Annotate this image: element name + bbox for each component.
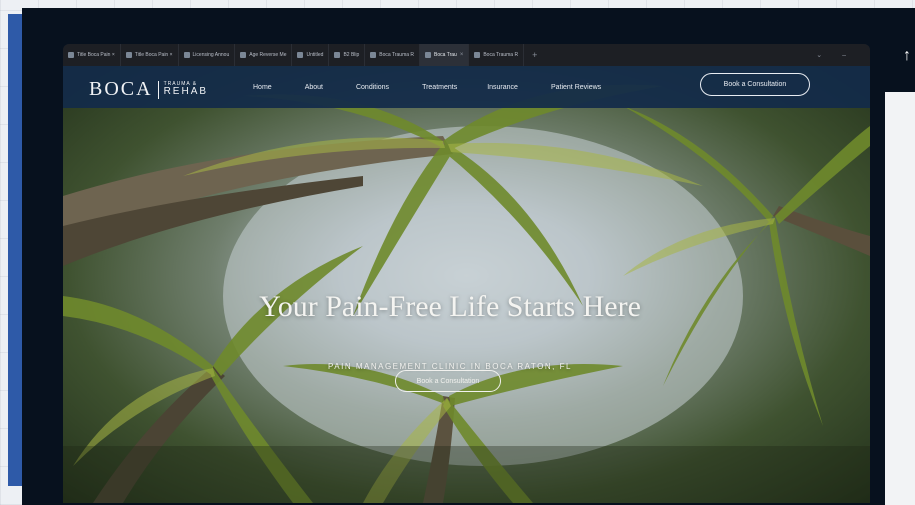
tab-label: Title Boca Pain × (134, 52, 173, 58)
nav-insurance[interactable]: Insurance (487, 84, 518, 91)
favicon-icon (334, 52, 341, 58)
nav-about[interactable]: About (305, 84, 323, 91)
right-side-panel (885, 92, 915, 505)
browser-tab[interactable]: Untitled (292, 44, 330, 66)
browser-tab[interactable]: Licensing Annou (179, 44, 236, 66)
favicon-icon (425, 52, 432, 58)
book-consultation-nav-button[interactable]: Book a Consultation (700, 73, 810, 96)
tab-label: Age Reverse Me (249, 52, 287, 58)
browser-tab[interactable]: Boca Trauma R (469, 44, 525, 66)
hero-section: BOCA TRAUMA & REHAB Home About Condition… (63, 66, 870, 503)
nav-conditions[interactable]: Conditions (356, 84, 389, 91)
browser-window: Title Boca Pain × Title Boca Pain × Lice… (63, 44, 870, 503)
hero-title: Your Pain-Free Life Starts Here (259, 290, 641, 323)
tab-label: B2 Blip (343, 52, 360, 58)
favicon-icon (68, 52, 74, 58)
tab-bar: Title Boca Pain × Title Boca Pain × Lice… (63, 44, 870, 66)
site-navbar: BOCA TRAUMA & REHAB Home About Condition… (63, 66, 870, 108)
nav-home[interactable]: Home (253, 84, 272, 91)
browser-tab[interactable]: B2 Blip (329, 44, 366, 66)
tab-label: Boca Trau (434, 52, 457, 58)
browser-tab[interactable]: Title Boca Pain × (121, 44, 179, 66)
favicon-icon (183, 52, 190, 58)
logo-wordmark: BOCA (89, 78, 153, 100)
book-consultation-hero-button[interactable]: Book a Consultation (395, 370, 501, 392)
nav-treatments[interactable]: Treatments (422, 84, 457, 91)
favicon-icon (125, 52, 132, 58)
browser-tab[interactable]: Boca Trauma R (365, 44, 421, 66)
logo-subtitle: TRAUMA & REHAB (164, 82, 208, 97)
tab-label: Untitled (306, 52, 324, 58)
tab-label: Boca Trauma R (483, 52, 519, 58)
palm-trees-image (63, 84, 870, 503)
browser-tab[interactable]: Age Reverse Me (235, 44, 293, 66)
favicon-icon (370, 52, 377, 58)
tab-dropdown-icon[interactable]: ⌄ (796, 51, 842, 59)
favicon-icon (474, 52, 481, 58)
close-tab-icon[interactable]: × (460, 52, 464, 58)
tab-label: Licensing Annou (192, 52, 230, 58)
nav-patient-reviews[interactable]: Patient Reviews (551, 84, 601, 91)
favicon-icon (297, 52, 304, 58)
favicon-icon (240, 52, 247, 58)
new-tab-button[interactable]: + (524, 50, 545, 60)
scroll-up-icon: ↑ (903, 47, 911, 64)
browser-tab-active[interactable]: Boca Trau × (420, 44, 470, 66)
tab-label: Title Boca Pain × (77, 52, 115, 58)
nav-links: Home About Conditions Treatments Insuran… (253, 66, 634, 108)
site-logo[interactable]: BOCA TRAUMA & REHAB (89, 78, 208, 101)
tab-label: Boca Trauma R (379, 52, 415, 58)
logo-divider (157, 80, 159, 99)
logo-subtitle-bottom: REHAB (163, 86, 209, 97)
browser-tab[interactable]: Title Boca Pain × (63, 44, 121, 66)
minimize-icon[interactable]: – (842, 52, 870, 59)
